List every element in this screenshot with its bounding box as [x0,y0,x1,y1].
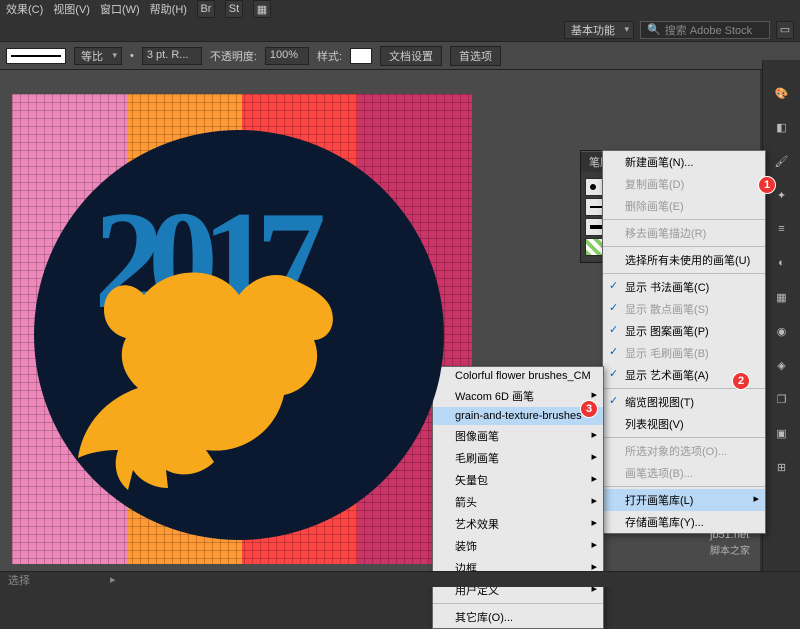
menu-item[interactable]: 显示 图案画笔(P) [603,320,765,342]
doc-setup-button[interactable]: 文档设置 [380,46,442,66]
menu-item[interactable]: 其它库(O)... [433,606,603,628]
stroke-preview[interactable] [6,48,66,64]
status-text: 选择 [8,572,30,588]
menu-item: 显示 毛刷画笔(B) [603,342,765,364]
status-bar: 选择 ▸ [0,571,800,587]
menu-item: 删除画笔(E) [603,195,765,217]
menu-window[interactable]: 窗口(W) [100,1,140,17]
stroke-icon[interactable]: ≡ [769,216,795,242]
workspace-switcher[interactable]: 基本功能 [564,21,634,39]
artboards-icon[interactable]: ▣ [769,420,795,446]
panel-icon[interactable]: ▦ [253,0,271,18]
menu-item[interactable]: 箭头 [433,491,603,513]
callout-badge-2: 2 [732,372,750,390]
menu-item[interactable]: 新建画笔(N)... [603,151,765,173]
menu-item[interactable]: grain-and-texture-brushes [433,407,603,425]
canvas[interactable]: 2017 [12,94,472,564]
prefs-button[interactable]: 首选项 [450,46,501,66]
watermark: jb51.net脚本之家 [710,525,750,557]
callout-badge-3: 3 [580,400,598,418]
callout-badge-1: 1 [758,176,776,194]
menu-item[interactable]: 矢量包 [433,469,603,491]
search-placeholder: 搜索 Adobe Stock [665,22,752,38]
bullet: • [130,50,134,62]
menu-item: 显示 散点画笔(S) [603,298,765,320]
menu-view[interactable]: 视图(V) [53,1,90,17]
menu-item[interactable]: 列表视图(V) [603,413,765,435]
menu-item[interactable]: 装饰 [433,535,603,557]
graphic-styles-icon[interactable]: ◈ [769,352,795,378]
right-tool-strip: 🎨 ◧ 🖌 ✦ ≡ ◐ ▦ ◉ ◈ ❐ ▣ ⊞ [762,60,800,587]
scroll-arrow-icon[interactable]: ▸ [110,573,116,586]
menu-item[interactable]: 图像画笔 [433,425,603,447]
color-icon[interactable]: 🎨 [769,80,795,106]
menu-item: 画笔选项(B)... [603,462,765,484]
brush-panel-flyout-menu: 新建画笔(N)...复制画笔(D)删除画笔(E) 移去画笔描边(R) 选择所有未使用… [602,150,766,534]
panel-icon[interactable]: St [225,0,243,18]
transparency-icon[interactable]: ▦ [769,284,795,310]
appearance-icon[interactable]: ◉ [769,318,795,344]
arrange-icon[interactable]: ▭ [776,21,794,39]
gradient-icon[interactable]: ◐ [769,250,795,276]
menu-item: 所选对象的选项(O)... [603,440,765,462]
search-icon: 🔍 [647,23,661,36]
menu-item[interactable]: 毛刷画笔 [433,447,603,469]
artwork-rooster [44,250,364,500]
menu-item[interactable]: 选择所有未使用的画笔(U) [603,249,765,271]
style-label: 样式: [317,48,342,64]
search-input[interactable]: 🔍 搜索 Adobe Stock [640,21,770,39]
brush-library-submenu: Colorful flower brushes_CMWacom 6D 画笔gra… [432,366,604,629]
swatches-icon[interactable]: ◧ [769,114,795,140]
layers-icon[interactable]: ❐ [769,386,795,412]
menu-item: 移去画笔描边(R) [603,222,765,244]
menu-bar: 效果(C) 视图(V) 窗口(W) 帮助(H) Br St ▦ [0,0,800,18]
style-swatch[interactable] [350,48,372,64]
menu-item[interactable]: 缩览图视图(T) [603,391,765,413]
menu-item[interactable]: Colorful flower brushes_CM [433,367,603,385]
brushes-icon[interactable]: 🖌 [769,148,795,174]
menu-item[interactable]: Wacom 6D 画笔 [433,385,603,407]
top-bar: 基本功能 🔍 搜索 Adobe Stock ▭ [0,18,800,42]
opacity-label: 不透明度: [210,48,257,64]
menu-item[interactable]: 打开画笔库(L) [603,489,765,511]
opacity-field[interactable]: 100% [265,47,309,65]
libraries-icon[interactable]: ⊞ [769,454,795,480]
menu-item: 复制画笔(D) [603,173,765,195]
uniform-dropdown[interactable]: 等比 [74,47,122,65]
menu-item[interactable]: 显示 书法画笔(C) [603,276,765,298]
menu-item[interactable]: 艺术效果 [433,513,603,535]
panel-icon[interactable]: Br [197,0,215,18]
menu-effects[interactable]: 效果(C) [6,1,43,17]
stroke-weight-field[interactable]: 3 pt. R... [142,47,202,65]
artwork-circle: 2017 [34,130,444,540]
menu-help[interactable]: 帮助(H) [150,1,187,17]
options-bar: 等比 • 3 pt. R... 不透明度: 100% 样式: 文档设置 首选项 [0,42,800,70]
